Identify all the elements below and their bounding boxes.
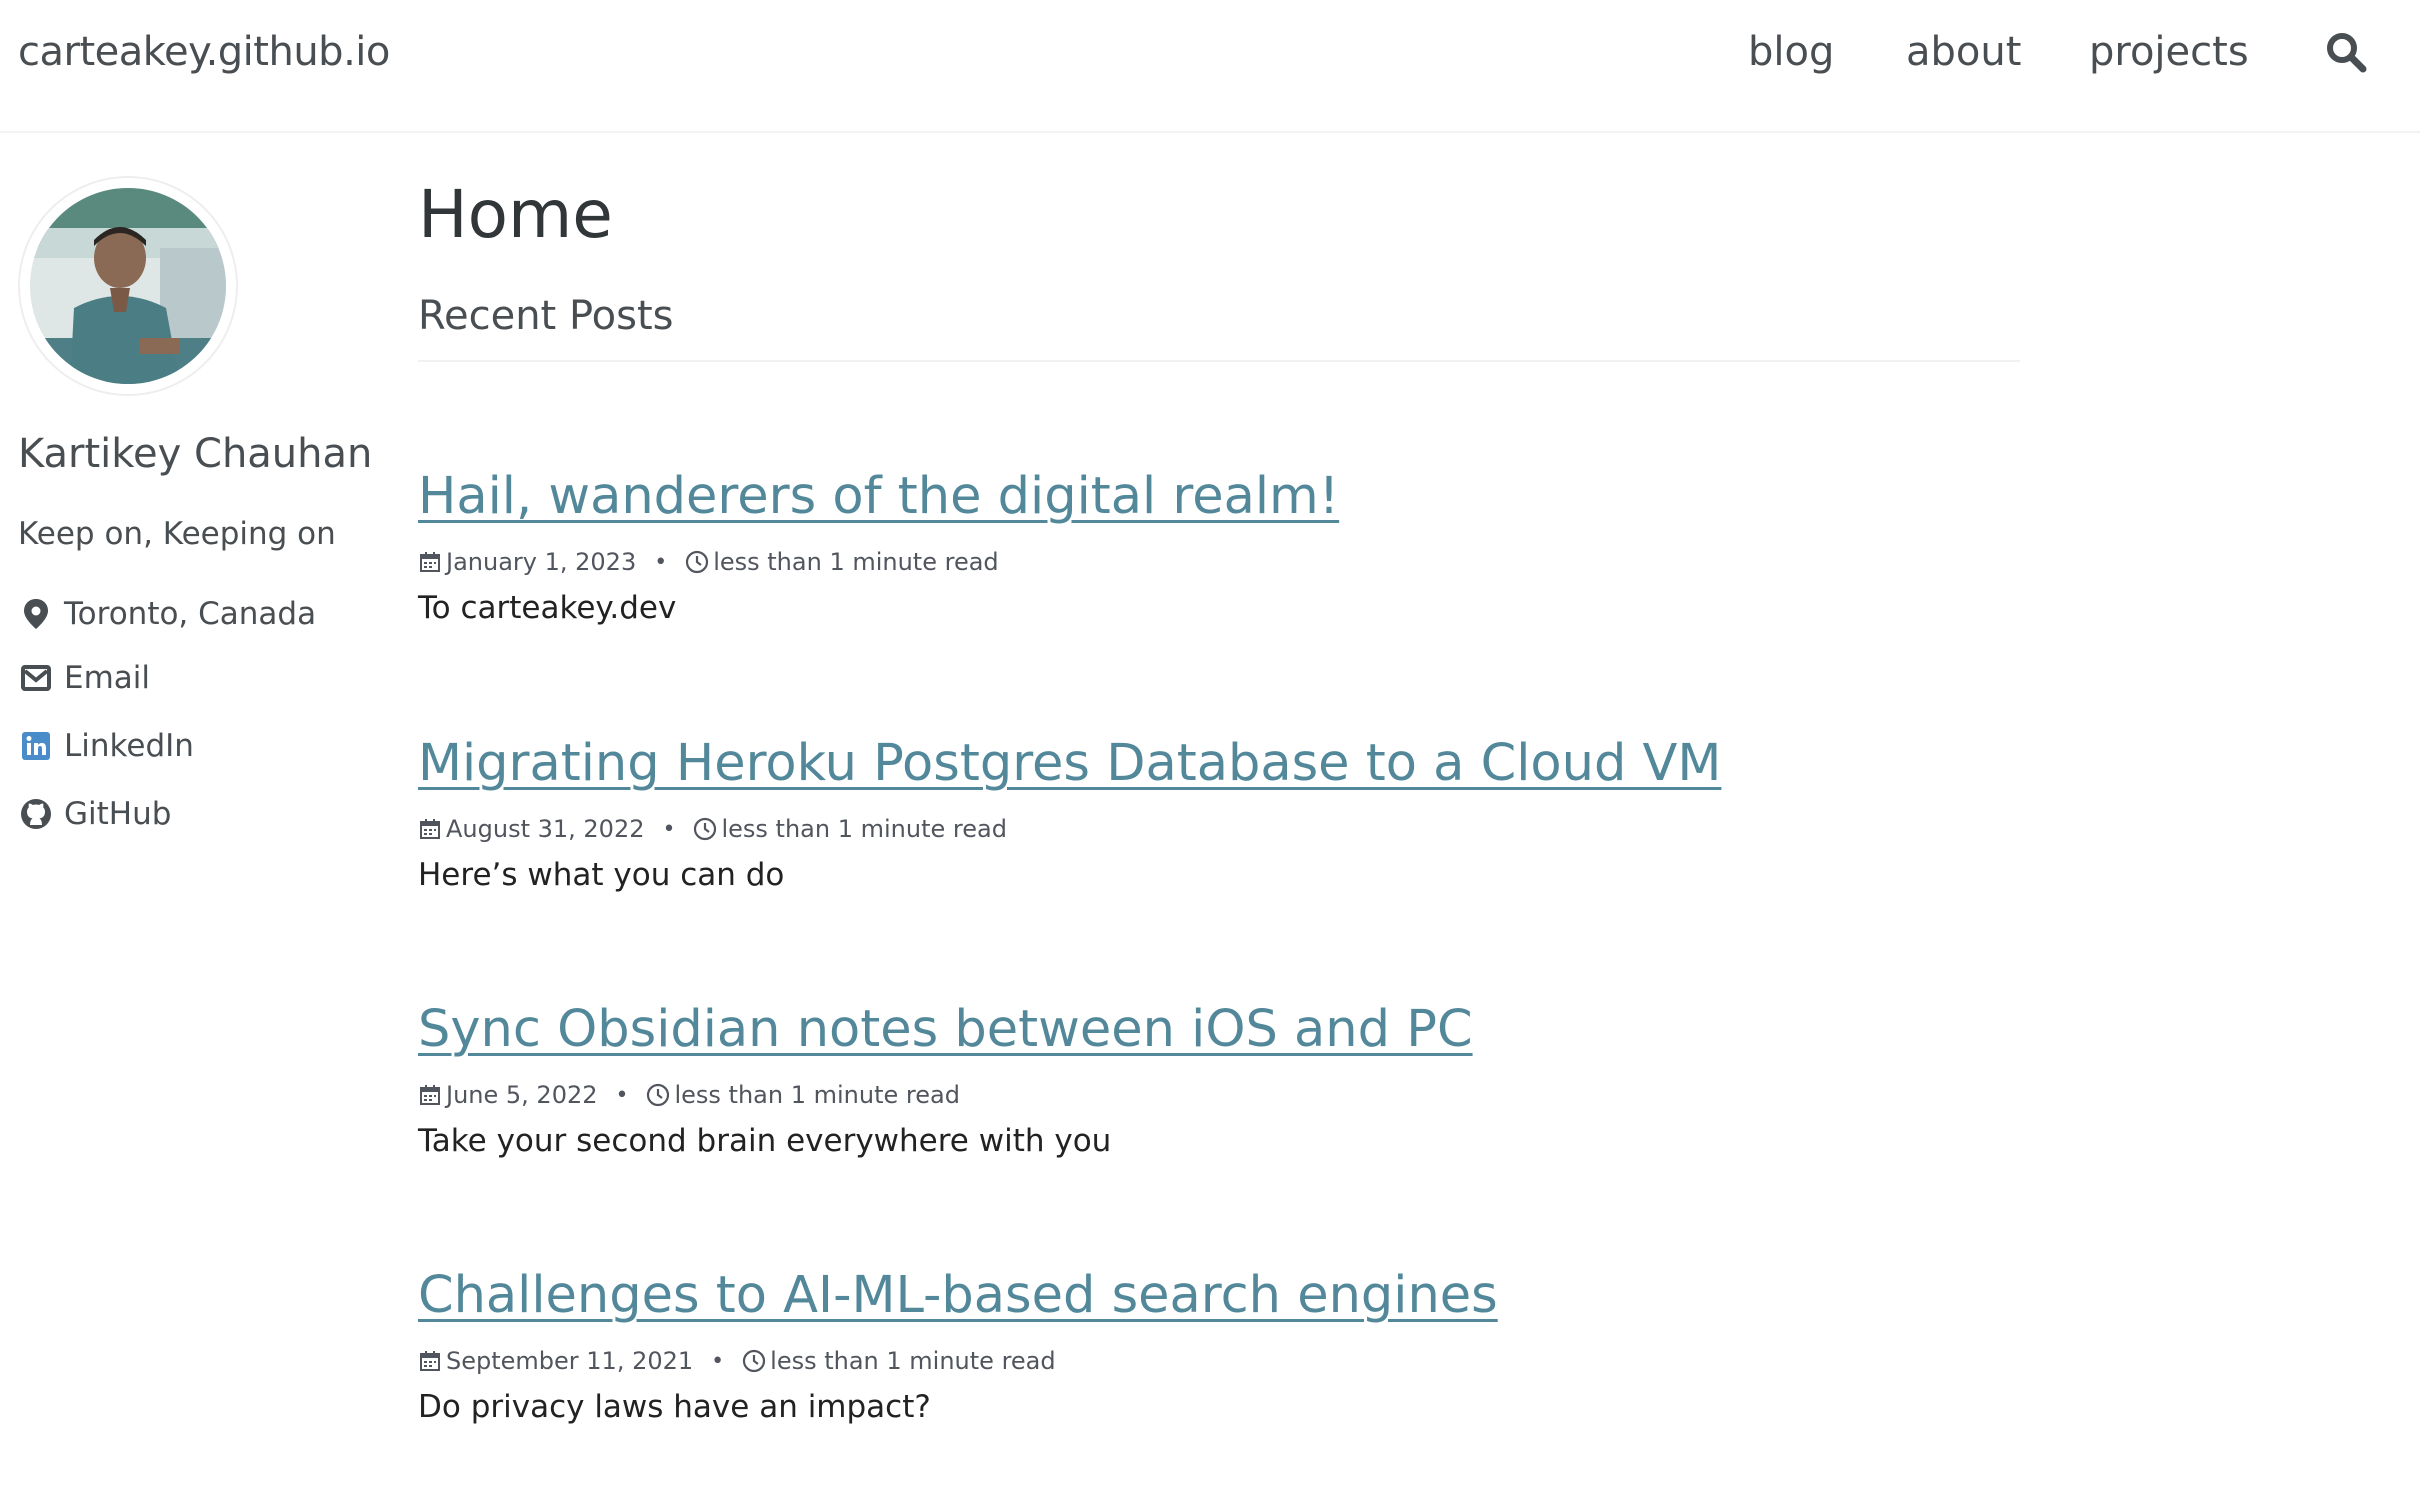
post-title-link[interactable]: Challenges to AI-ML-based search engines	[418, 1261, 1498, 1331]
author-name: Kartikey Chauhan	[18, 431, 373, 477]
post-meta: June 5, 2022 • less than 1 minute read	[418, 1075, 960, 1115]
clock-icon	[742, 1349, 766, 1373]
author-github-label: GitHub	[64, 796, 172, 832]
nav-link-projects[interactable]: projects	[2089, 24, 2249, 80]
recent-posts-heading: Recent Posts	[418, 293, 674, 339]
author-email-label: Email	[64, 660, 151, 696]
author-linkedin-link[interactable]: LinkedIn	[18, 721, 194, 771]
post-meta: January 1, 2023 • less than 1 minute rea…	[418, 542, 999, 582]
post-read-time: less than 1 minute read	[713, 548, 999, 576]
clock-icon	[685, 550, 709, 574]
post-meta: September 11, 2021 • less than 1 minute …	[418, 1341, 1056, 1381]
envelope-icon	[18, 660, 54, 696]
linkedin-icon	[18, 728, 54, 764]
post-date: January 1, 2023	[446, 548, 637, 576]
author-github-link[interactable]: GitHub	[18, 789, 171, 839]
calendar-icon	[418, 1083, 442, 1107]
clock-icon	[693, 817, 717, 841]
post-meta: August 31, 2022 • less than 1 minute rea…	[418, 809, 1007, 849]
author-location: Toronto, Canada	[18, 589, 316, 639]
github-icon	[18, 796, 54, 832]
post-read-time: less than 1 minute read	[721, 815, 1007, 843]
avatar-image	[30, 188, 226, 384]
author-linkedin-label: LinkedIn	[64, 728, 194, 764]
post-date: August 31, 2022	[446, 815, 645, 843]
section-divider	[418, 360, 2020, 362]
page-title: Home	[418, 176, 613, 253]
calendar-icon	[418, 817, 442, 841]
post-excerpt: Do privacy laws have an impact?	[418, 1389, 931, 1425]
author-email-link[interactable]: Email	[18, 653, 150, 703]
post-title-link[interactable]: Migrating Heroku Postgres Database to a …	[418, 729, 1721, 799]
author-bio: Keep on, Keeping on	[18, 516, 336, 552]
calendar-icon	[418, 1349, 442, 1373]
post-title-link[interactable]: Hail, wanderers of the digital realm!	[418, 462, 1339, 532]
calendar-icon	[418, 550, 442, 574]
nav-link-about[interactable]: about	[1906, 24, 2021, 80]
search-button[interactable]	[2320, 26, 2372, 78]
post-excerpt: To carteakey.dev	[418, 590, 677, 626]
post-excerpt: Here’s what you can do	[418, 857, 785, 893]
post-excerpt: Take your second brain everywhere with y…	[418, 1123, 1112, 1159]
nav-link-blog[interactable]: blog	[1748, 24, 1834, 80]
avatar	[18, 176, 238, 396]
location-icon	[18, 596, 54, 632]
post-title-link[interactable]: Sync Obsidian notes between iOS and PC	[418, 995, 1473, 1065]
site-title-link[interactable]: carteakey.github.io	[18, 24, 390, 80]
author-location-label: Toronto, Canada	[64, 596, 317, 632]
post-read-time: less than 1 minute read	[674, 1081, 960, 1109]
post-read-time: less than 1 minute read	[770, 1347, 1056, 1375]
clock-icon	[646, 1083, 670, 1107]
post-date: June 5, 2022	[446, 1081, 598, 1109]
masthead: carteakey.github.io blog about projects	[0, 0, 2420, 133]
post-date: September 11, 2021	[446, 1347, 694, 1375]
search-icon	[2327, 33, 2367, 73]
